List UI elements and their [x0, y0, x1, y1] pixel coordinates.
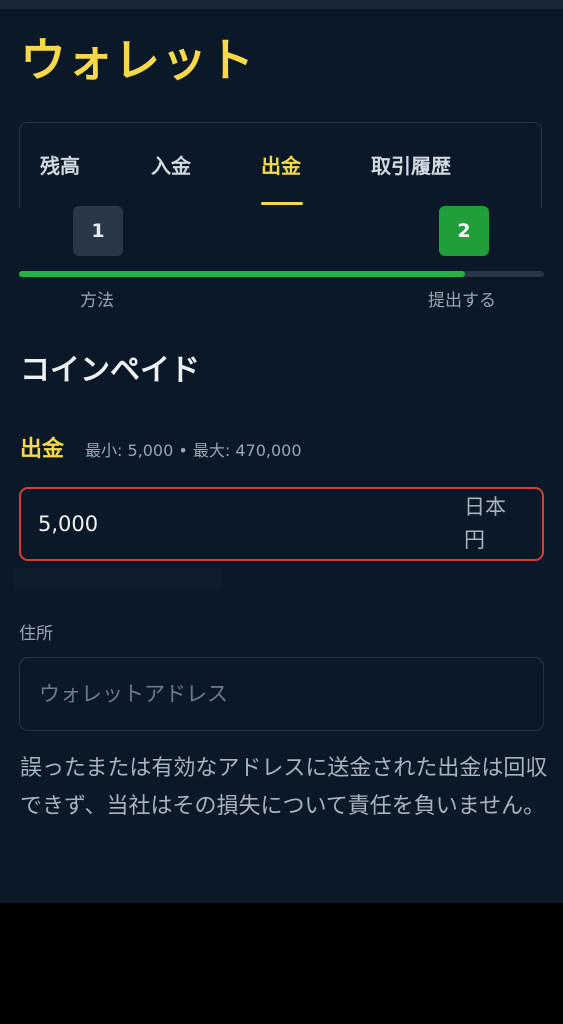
wallet-screen: ウォレット 残高 入金 出金 取引履歴 1 2 方法 提出する コインペイド 出… — [0, 0, 563, 903]
tab-deposit[interactable]: 入金 — [151, 153, 191, 179]
tab-withdraw[interactable]: 出金 — [261, 153, 301, 179]
page-title: ウォレット — [20, 33, 255, 87]
active-tab-indicator — [261, 202, 303, 205]
amount-field[interactable]: 日本円 — [19, 487, 544, 561]
amount-input[interactable] — [38, 508, 418, 540]
address-field[interactable] — [19, 657, 544, 731]
tab-balance[interactable]: 残高 — [40, 153, 80, 179]
payment-method-title: コインペイド — [20, 353, 200, 388]
tab-transaction-history[interactable]: 取引履歴 — [371, 153, 451, 179]
currency-label: 日本円 — [464, 495, 506, 552]
step-2-badge: 2 — [439, 206, 489, 256]
step-2-label: 提出する — [428, 291, 496, 311]
wallet-address-input[interactable] — [39, 678, 519, 710]
amount-label: 出金 — [20, 437, 65, 462]
status-strip — [0, 0, 563, 9]
step-1-label: 方法 — [80, 291, 114, 311]
amount-limits: 最小: 5,000 • 最大: 470,000 — [85, 441, 302, 460]
wallet-tabs: 残高 入金 出金 取引履歴 — [19, 122, 542, 208]
step-progress-bar — [19, 271, 544, 277]
step-1-badge[interactable]: 1 — [73, 206, 123, 256]
withdrawal-disclaimer: 誤ったまたは有効なアドレスに送金された出金は回収できず、当社はその損失について責… — [20, 756, 548, 819]
address-label: 住所 — [19, 624, 53, 644]
step-progress-fill — [19, 271, 466, 277]
amount-error-message — [14, 568, 222, 588]
